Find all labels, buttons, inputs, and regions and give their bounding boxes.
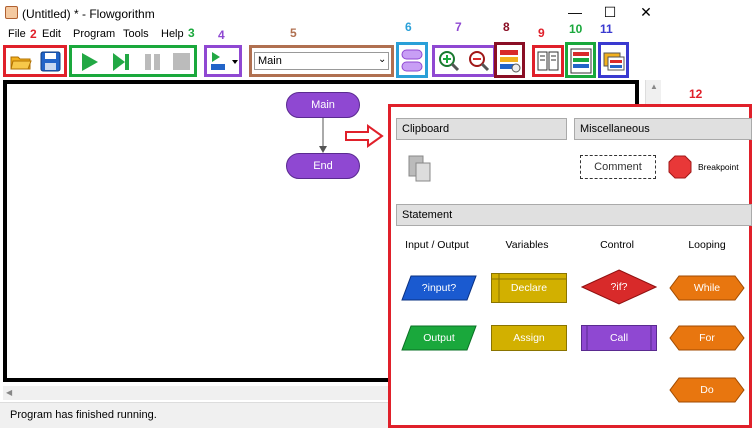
input-label: ?input?: [421, 282, 457, 294]
do-shape[interactable]: Do: [669, 377, 745, 403]
column-variables: Variables: [505, 239, 549, 251]
layout-icon[interactable]: [537, 51, 559, 71]
column-input-output: Input / Output: [405, 239, 469, 251]
run-icon[interactable]: [80, 52, 100, 72]
annotation-number: 12: [689, 87, 703, 101]
menu-bar: File Edit Program Tools Help: [0, 26, 752, 44]
window-title: (Untitled) * - Flowgorithm: [22, 7, 155, 21]
annotation-number: 4: [218, 28, 225, 42]
minimize-button[interactable]: —: [566, 4, 584, 20]
function-select[interactable]: Main ⌄: [254, 52, 389, 70]
windows-icon[interactable]: [603, 50, 625, 72]
annotation-number: 6: [405, 20, 412, 34]
column-control: Control: [600, 239, 634, 251]
assign-shape[interactable]: Assign: [491, 325, 567, 351]
zoom-in-icon[interactable]: [438, 50, 460, 72]
annotation-number: 8: [503, 20, 510, 34]
flow-arrow: [319, 118, 327, 153]
if-label: ?if?: [610, 281, 628, 293]
clipboard-icon[interactable]: [405, 153, 435, 183]
annotation-number: 3: [188, 26, 195, 40]
comment-shape[interactable]: Comment: [580, 155, 656, 179]
annotation-number: 11: [600, 22, 613, 36]
column-looping: Looping: [688, 239, 726, 251]
zoom-out-icon[interactable]: [468, 50, 490, 72]
assign-label: Assign: [513, 332, 545, 344]
while-label: While: [693, 282, 721, 294]
for-label: For: [699, 332, 715, 344]
annotation-number: 2: [30, 27, 37, 41]
shape-palette: Clipboard Miscellaneous Comment Breakpoi…: [388, 104, 752, 428]
pause-icon[interactable]: [144, 52, 162, 72]
statement-header: Statement: [396, 204, 752, 226]
run-speed-icon[interactable]: [208, 50, 238, 72]
maximize-button[interactable]: ☐: [601, 4, 619, 20]
function-select-value: Main: [258, 55, 282, 67]
arrow-right-icon: [345, 124, 384, 148]
menu-help[interactable]: Help: [161, 28, 184, 40]
while-shape[interactable]: While: [669, 275, 745, 301]
if-shape[interactable]: ?if?: [581, 269, 657, 305]
flowchart-end[interactable]: End: [286, 153, 360, 179]
menu-program[interactable]: Program: [73, 28, 115, 40]
breakpoint-label: Breakpoint: [698, 162, 739, 172]
menu-edit[interactable]: Edit: [42, 28, 61, 40]
variable-watch-icon[interactable]: [499, 48, 521, 74]
shapes-icon[interactable]: [401, 48, 423, 74]
stop-icon[interactable]: [172, 52, 191, 71]
save-icon[interactable]: [40, 51, 61, 72]
declare-label: Declare: [510, 282, 548, 294]
menu-file[interactable]: File: [8, 28, 26, 40]
output-shape[interactable]: Output: [401, 325, 477, 351]
scroll-left-icon[interactable]: ◀: [6, 388, 12, 397]
call-label: Call: [609, 332, 629, 344]
chevron-down-icon: ⌄: [378, 54, 387, 65]
call-shape[interactable]: Call: [581, 325, 657, 351]
flowchart-start[interactable]: Main: [286, 92, 360, 118]
for-shape[interactable]: For: [669, 325, 745, 351]
do-label: Do: [700, 384, 714, 396]
miscellaneous-header: Miscellaneous: [574, 118, 752, 140]
clipboard-header: Clipboard: [396, 118, 567, 140]
declare-shape[interactable]: Declare: [491, 273, 567, 303]
annotation-number: 5: [290, 26, 297, 40]
close-button[interactable]: ✕: [637, 4, 655, 20]
title-bar: (Untitled) * - Flowgorithm — ☐ ✕: [0, 0, 752, 26]
step-icon[interactable]: [111, 52, 131, 72]
annotation-number: 7: [455, 20, 462, 34]
annotation-number: 9: [538, 26, 545, 40]
status-text: Program has finished running.: [10, 409, 157, 421]
app-icon: [5, 6, 18, 19]
breakpoint-icon[interactable]: [668, 155, 692, 179]
open-folder-icon[interactable]: [10, 51, 32, 71]
input-shape[interactable]: ?input?: [401, 275, 477, 301]
output-label: Output: [423, 332, 455, 344]
menu-tools[interactable]: Tools: [123, 28, 149, 40]
console-icon[interactable]: [570, 48, 592, 74]
scroll-up-icon[interactable]: ▲: [650, 82, 658, 91]
annotation-number: 10: [569, 22, 583, 36]
